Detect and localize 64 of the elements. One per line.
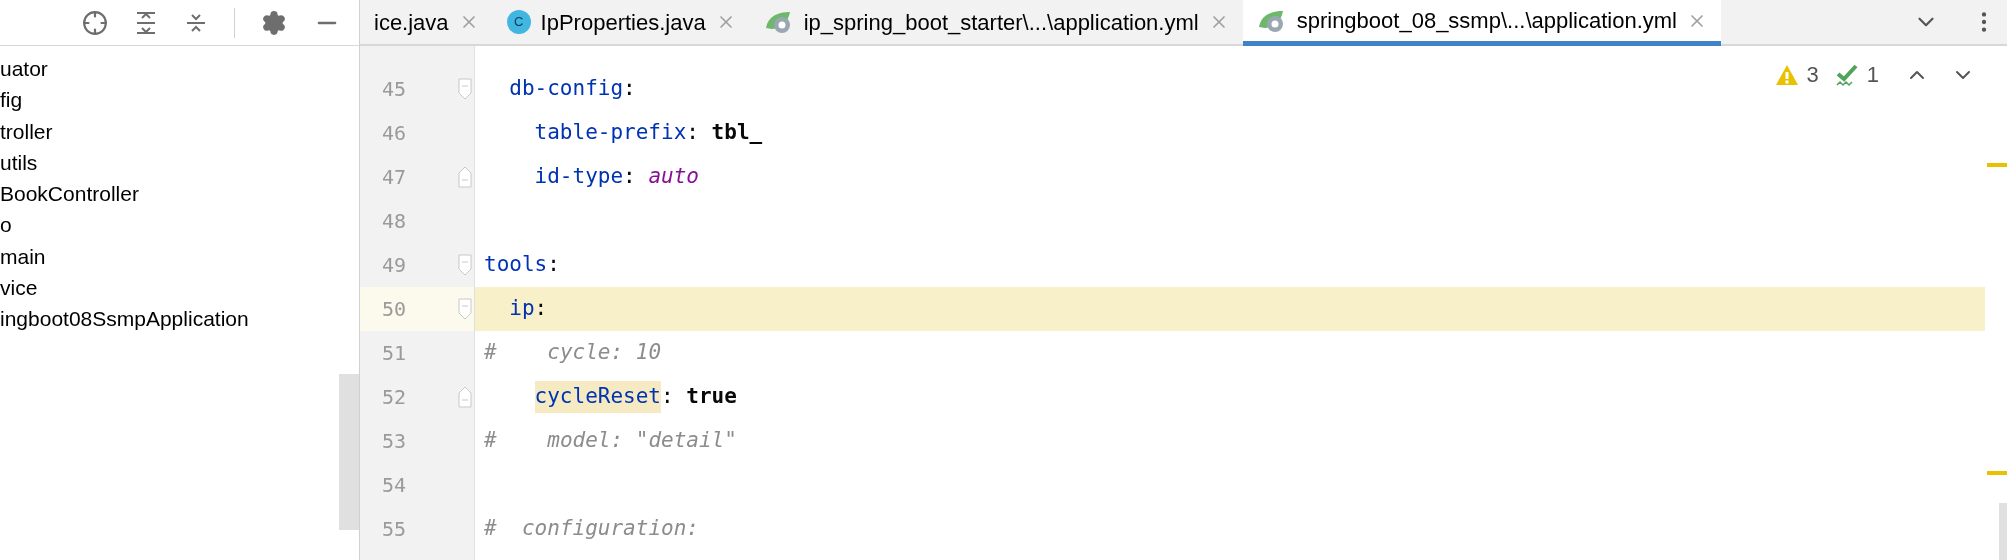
code-token: model: "detail" (547, 427, 737, 455)
fold-marker-icon[interactable] (458, 298, 472, 320)
check-icon[interactable] (1834, 62, 1859, 87)
line-number: 53 (382, 428, 407, 455)
settings-icon[interactable] (261, 9, 287, 36)
tree-item[interactable]: utils (0, 146, 339, 179)
warning-count: 3 (1806, 61, 1819, 89)
code-token: : (686, 119, 700, 147)
line-number: 49 (382, 252, 407, 279)
editor-tab[interactable]: ip_spring_boot_starter\...\application.yml (749, 0, 1243, 44)
line-number: 54 (382, 472, 407, 499)
code-token: cycle: 10 (547, 339, 662, 367)
scrollbar-thumb[interactable] (1999, 503, 2007, 560)
line-number: 50 (382, 296, 407, 323)
code-token: : (547, 251, 560, 279)
line-number: 51 (382, 340, 407, 367)
tree-item[interactable]: o (0, 209, 339, 241)
code-token: id-type (534, 163, 624, 191)
code-token: : (623, 75, 636, 103)
line-number: 46 (382, 120, 407, 147)
editor-tab[interactable]: springboot_08_ssmp\...\application.yml (1242, 0, 1721, 46)
tab-label: springboot_08_ssmp\...\application.yml (1296, 7, 1677, 35)
code-token: # (484, 515, 497, 543)
code-token: tools (484, 251, 548, 279)
code-token: tbl_ (711, 119, 763, 147)
tree-item[interactable]: ingboot08SsmpApplication (0, 303, 339, 335)
fold-marker-icon[interactable] (458, 386, 472, 408)
locate-icon[interactable] (82, 9, 108, 36)
weak-warning-count: 1 (1866, 61, 1879, 89)
line-number: 48 (382, 208, 407, 235)
scrollbar-thumb[interactable] (339, 374, 359, 530)
tree-item[interactable]: fig (0, 84, 339, 116)
code-token: : (623, 163, 637, 191)
code-token: : (661, 383, 675, 411)
line-number: 52 (382, 384, 407, 411)
tree-item[interactable]: troller (0, 115, 339, 147)
class-icon: C (506, 10, 531, 34)
warning-icon[interactable] (1774, 63, 1799, 86)
editor-tab[interactable]: C IpProperties.java (492, 0, 750, 44)
editor-tab[interactable]: ice.java (360, 0, 493, 44)
code-token: # (484, 427, 497, 455)
tree-item[interactable]: uator (0, 53, 339, 85)
code-token: configuration: (521, 515, 699, 543)
code-token: ip (509, 295, 535, 323)
line-number: 55 (382, 516, 407, 543)
expand-all-icon[interactable] (134, 10, 158, 35)
fold-marker-icon[interactable] (458, 254, 472, 276)
tree-item[interactable]: vice (0, 272, 339, 304)
code-token: auto (648, 163, 699, 191)
tab-label: IpProperties.java (540, 8, 706, 37)
code-token: true (686, 383, 737, 411)
code-token: cycleReset (534, 381, 661, 413)
line-number: 47 (382, 164, 407, 191)
line-number: 45 (382, 76, 407, 103)
tab-label: ice.java (374, 8, 449, 37)
code-token: : (534, 295, 548, 323)
tree-item[interactable]: BookController (0, 178, 339, 210)
fold-marker-icon[interactable] (458, 78, 472, 100)
code-token: # (484, 339, 497, 367)
code-token: table-prefix (534, 119, 687, 147)
code-token: db-config (509, 75, 624, 103)
tree-item[interactable]: main (0, 240, 339, 273)
tab-label: ip_spring_boot_starter\...\application.yml (803, 8, 1199, 37)
fold-marker-icon[interactable] (458, 166, 472, 188)
